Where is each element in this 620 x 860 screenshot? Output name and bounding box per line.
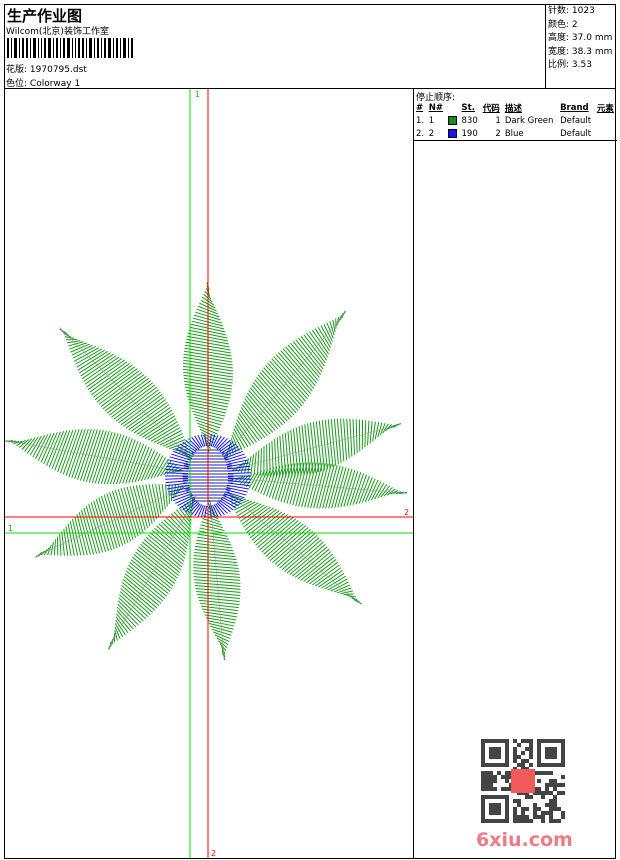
page-title: 生产作业图 [7, 7, 83, 25]
petal [225, 491, 362, 605]
info-colors: 颜色: 2 [548, 19, 578, 30]
qr-code [481, 739, 565, 823]
info-scale: 比例: 3.53 [548, 60, 592, 70]
design-canvas: 1 2 1 2 [5, 89, 413, 858]
barcode [7, 38, 135, 58]
petal [35, 484, 187, 558]
watermark-logo: 6xiu.com [476, 829, 573, 851]
color-swatch [447, 128, 457, 138]
color-table: # N# St. 代码 描述 Brand 元素 1. 1 830 1 Dark Green D… [414, 102, 617, 140]
color-swatch [447, 115, 457, 125]
divider [414, 140, 617, 141]
guide-label-h2: 2 [404, 508, 409, 517]
table-row: 1. 1 830 1 Dark Green Default [416, 115, 592, 126]
table-header: # N# St. 代码 描述 Brand 元素 [416, 103, 614, 114]
design-value: 1970795.dst [29, 65, 87, 75]
company-name: Wilcom(北京)装饰工作室 [6, 27, 109, 37]
seal-icon [511, 769, 535, 793]
colorway-label: 色位: [6, 79, 28, 89]
design-info: 针数: 1023 颜色: 2 高度: 37.0 mm 宽度: 38.3 mm 比… [545, 4, 616, 89]
info-width: 宽度: 38.3 mm [548, 46, 613, 57]
guide-label-v2: 2 [211, 849, 216, 858]
info-height: 高度: 37.0 mm [548, 33, 613, 43]
colorway: 色位: Colorway 1 [6, 76, 80, 89]
guide-label-h1: 1 [8, 524, 13, 533]
guide-label-v1: 1 [195, 90, 200, 99]
design-label: 花版: [6, 65, 28, 75]
header: 生产作业图 Wilcom(北京)装饰工作室 花版: 1970795.dst 色位… [4, 4, 616, 89]
table-row: 2. 2 190 2 Blue Default [416, 128, 592, 139]
design-file: 花版: 1970795.dst [6, 62, 87, 75]
petal [193, 499, 241, 661]
flower-embroidery [5, 281, 408, 661]
colorway-value: Colorway 1 [29, 79, 81, 89]
info-stitches: 针数: 1023 [548, 6, 595, 16]
